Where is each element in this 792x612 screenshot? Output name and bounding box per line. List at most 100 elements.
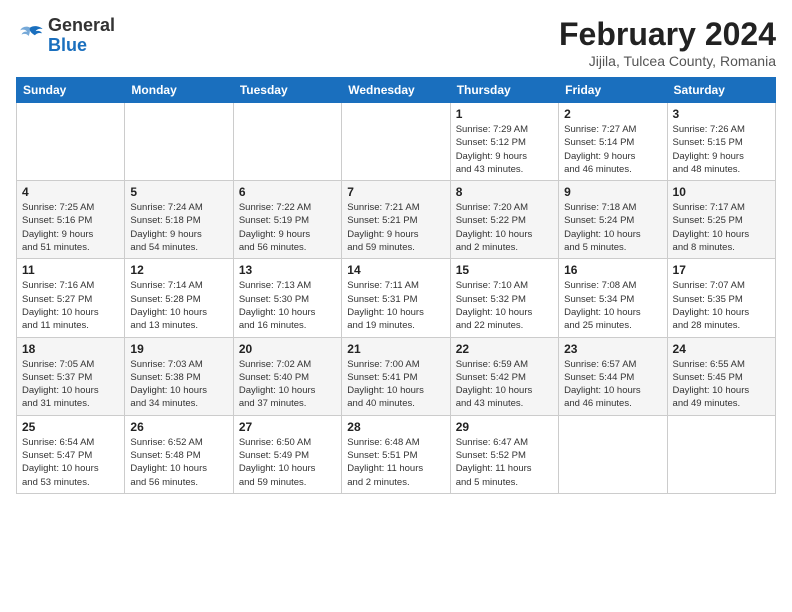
- calendar-cell: 23 Sunrise: 6:57 AMSunset: 5:44 PMDayligh…: [559, 337, 667, 415]
- column-header-friday: Friday: [559, 78, 667, 103]
- day-info: Sunrise: 7:00 AMSunset: 5:41 PMDaylight:…: [347, 358, 444, 411]
- day-info: Sunrise: 7:21 AMSunset: 5:21 PMDaylight:…: [347, 201, 444, 254]
- day-info: Sunrise: 7:03 AMSunset: 5:38 PMDaylight:…: [130, 358, 227, 411]
- day-number: 10: [673, 185, 770, 199]
- day-info: Sunrise: 7:27 AMSunset: 5:14 PMDaylight:…: [564, 123, 661, 176]
- calendar-cell: 29 Sunrise: 6:47 AMSunset: 5:52 PMDayligh…: [450, 415, 558, 493]
- calendar-cell: 26Sunrise: 6:52 AMSunset: 5:48 PMDayligh…: [125, 415, 233, 493]
- day-number: 24: [673, 342, 770, 356]
- day-info: Sunrise: 6:48 AMSunset: 5:51 PMDaylight:…: [347, 436, 444, 489]
- calendar-week-row: 18Sunrise: 7:05 AMSunset: 5:37 PMDayligh…: [17, 337, 776, 415]
- calendar-cell: 14 Sunrise: 7:11 AMSunset: 5:31 PMDayligh…: [342, 259, 450, 337]
- calendar-week-row: 11 Sunrise: 7:16 AMSunset: 5:27 PMDayligh…: [17, 259, 776, 337]
- day-info: Sunrise: 7:11 AMSunset: 5:31 PMDaylight:…: [347, 279, 444, 332]
- calendar-week-row: 25Sunrise: 6:54 AMSunset: 5:47 PMDayligh…: [17, 415, 776, 493]
- calendar-cell: [667, 415, 775, 493]
- calendar-cell: 3 Sunrise: 7:26 AMSunset: 5:15 PMDaylight…: [667, 103, 775, 181]
- calendar-cell: [125, 103, 233, 181]
- day-number: 1: [456, 107, 553, 121]
- column-header-saturday: Saturday: [667, 78, 775, 103]
- column-header-thursday: Thursday: [450, 78, 558, 103]
- day-number: 19: [130, 342, 227, 356]
- day-info: Sunrise: 7:26 AMSunset: 5:15 PMDaylight:…: [673, 123, 770, 176]
- calendar-cell: 4 Sunrise: 7:25 AMSunset: 5:16 PMDaylight…: [17, 181, 125, 259]
- day-number: 11: [22, 263, 119, 277]
- month-year-title: February 2024: [559, 16, 776, 53]
- day-number: 6: [239, 185, 336, 199]
- calendar-header-row: SundayMondayTuesdayWednesdayThursdayFrid…: [17, 78, 776, 103]
- day-info: Sunrise: 7:20 AMSunset: 5:22 PMDaylight:…: [456, 201, 553, 254]
- day-info: Sunrise: 7:16 AMSunset: 5:27 PMDaylight:…: [22, 279, 119, 332]
- day-number: 15: [456, 263, 553, 277]
- logo-text: General Blue: [48, 16, 115, 56]
- day-number: 3: [673, 107, 770, 121]
- day-info: Sunrise: 7:25 AMSunset: 5:16 PMDaylight:…: [22, 201, 119, 254]
- calendar-cell: 13 Sunrise: 7:13 AMSunset: 5:30 PMDayligh…: [233, 259, 341, 337]
- calendar-cell: 18Sunrise: 7:05 AMSunset: 5:37 PMDayligh…: [17, 337, 125, 415]
- day-info: Sunrise: 6:55 AMSunset: 5:45 PMDaylight:…: [673, 358, 770, 411]
- page-header: General Blue February 2024 Jijila, Tulce…: [16, 16, 776, 69]
- location-subtitle: Jijila, Tulcea County, Romania: [559, 53, 776, 69]
- logo-bird-icon: [16, 22, 44, 50]
- day-number: 28: [347, 420, 444, 434]
- calendar-cell: 20 Sunrise: 7:02 AMSunset: 5:40 PMDayligh…: [233, 337, 341, 415]
- calendar-cell: 21 Sunrise: 7:00 AMSunset: 5:41 PMDayligh…: [342, 337, 450, 415]
- title-block: February 2024 Jijila, Tulcea County, Rom…: [559, 16, 776, 69]
- calendar-cell: 27 Sunrise: 6:50 AMSunset: 5:49 PMDayligh…: [233, 415, 341, 493]
- day-info: Sunrise: 7:22 AMSunset: 5:19 PMDaylight:…: [239, 201, 336, 254]
- day-number: 22: [456, 342, 553, 356]
- day-number: 23: [564, 342, 661, 356]
- day-number: 26: [130, 420, 227, 434]
- day-info: Sunrise: 7:13 AMSunset: 5:30 PMDaylight:…: [239, 279, 336, 332]
- calendar-cell: 8 Sunrise: 7:20 AMSunset: 5:22 PMDaylight…: [450, 181, 558, 259]
- day-number: 2: [564, 107, 661, 121]
- calendar-cell: 19 Sunrise: 7:03 AMSunset: 5:38 PMDayligh…: [125, 337, 233, 415]
- day-info: Sunrise: 7:02 AMSunset: 5:40 PMDaylight:…: [239, 358, 336, 411]
- day-number: 21: [347, 342, 444, 356]
- calendar-cell: 25Sunrise: 6:54 AMSunset: 5:47 PMDayligh…: [17, 415, 125, 493]
- calendar-week-row: 1 Sunrise: 7:29 AMSunset: 5:12 PMDaylight…: [17, 103, 776, 181]
- day-number: 27: [239, 420, 336, 434]
- day-info: Sunrise: 7:24 AMSunset: 5:18 PMDaylight:…: [130, 201, 227, 254]
- column-header-sunday: Sunday: [17, 78, 125, 103]
- day-info: Sunrise: 6:47 AMSunset: 5:52 PMDaylight:…: [456, 436, 553, 489]
- column-header-monday: Monday: [125, 78, 233, 103]
- day-number: 5: [130, 185, 227, 199]
- day-info: Sunrise: 6:57 AMSunset: 5:44 PMDaylight:…: [564, 358, 661, 411]
- calendar-cell: 9Sunrise: 7:18 AMSunset: 5:24 PMDaylight…: [559, 181, 667, 259]
- day-number: 13: [239, 263, 336, 277]
- calendar-cell: 16 Sunrise: 7:08 AMSunset: 5:34 PMDayligh…: [559, 259, 667, 337]
- calendar-cell: 5 Sunrise: 7:24 AMSunset: 5:18 PMDaylight…: [125, 181, 233, 259]
- calendar-cell: 15 Sunrise: 7:10 AMSunset: 5:32 PMDayligh…: [450, 259, 558, 337]
- day-info: Sunrise: 7:17 AMSunset: 5:25 PMDaylight:…: [673, 201, 770, 254]
- calendar-cell: [342, 103, 450, 181]
- day-number: 17: [673, 263, 770, 277]
- day-number: 12: [130, 263, 227, 277]
- day-number: 8: [456, 185, 553, 199]
- calendar-cell: 7Sunrise: 7:21 AMSunset: 5:21 PMDaylight…: [342, 181, 450, 259]
- day-info: Sunrise: 7:29 AMSunset: 5:12 PMDaylight:…: [456, 123, 553, 176]
- day-info: Sunrise: 7:10 AMSunset: 5:32 PMDaylight:…: [456, 279, 553, 332]
- day-info: Sunrise: 7:07 AMSunset: 5:35 PMDaylight:…: [673, 279, 770, 332]
- calendar-cell: 2 Sunrise: 7:27 AMSunset: 5:14 PMDaylight…: [559, 103, 667, 181]
- day-info: Sunrise: 7:08 AMSunset: 5:34 PMDaylight:…: [564, 279, 661, 332]
- calendar-cell: 6 Sunrise: 7:22 AMSunset: 5:19 PMDaylight…: [233, 181, 341, 259]
- calendar-cell: 17 Sunrise: 7:07 AMSunset: 5:35 PMDayligh…: [667, 259, 775, 337]
- calendar-cell: [17, 103, 125, 181]
- calendar-cell: [233, 103, 341, 181]
- day-number: 14: [347, 263, 444, 277]
- day-number: 16: [564, 263, 661, 277]
- calendar-table: SundayMondayTuesdayWednesdayThursdayFrid…: [16, 77, 776, 494]
- calendar-cell: 12 Sunrise: 7:14 AMSunset: 5:28 PMDayligh…: [125, 259, 233, 337]
- calendar-cell: [559, 415, 667, 493]
- day-number: 29: [456, 420, 553, 434]
- calendar-cell: 1 Sunrise: 7:29 AMSunset: 5:12 PMDaylight…: [450, 103, 558, 181]
- day-info: Sunrise: 6:54 AMSunset: 5:47 PMDaylight:…: [22, 436, 119, 489]
- day-number: 9: [564, 185, 661, 199]
- day-number: 4: [22, 185, 119, 199]
- day-number: 20: [239, 342, 336, 356]
- calendar-cell: 22Sunrise: 6:59 AMSunset: 5:42 PMDayligh…: [450, 337, 558, 415]
- day-info: Sunrise: 6:50 AMSunset: 5:49 PMDaylight:…: [239, 436, 336, 489]
- calendar-cell: 10 Sunrise: 7:17 AMSunset: 5:25 PMDayligh…: [667, 181, 775, 259]
- day-info: Sunrise: 7:14 AMSunset: 5:28 PMDaylight:…: [130, 279, 227, 332]
